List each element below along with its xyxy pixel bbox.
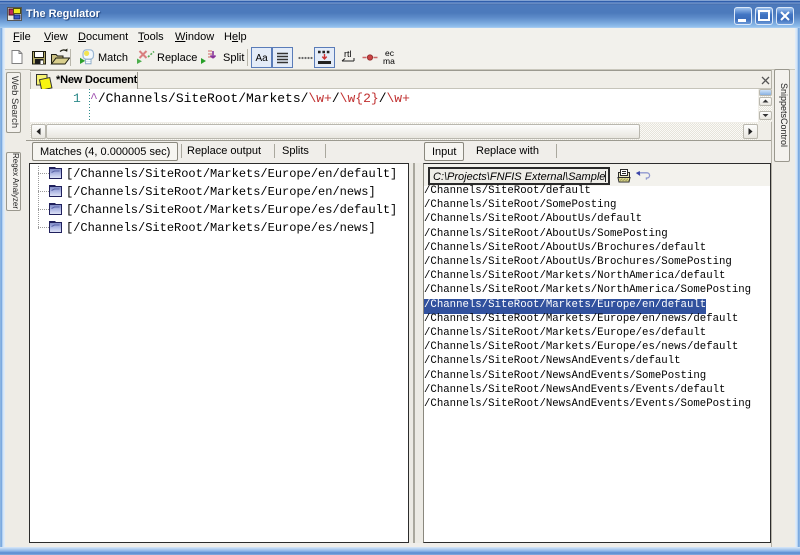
svg-text:ma: ma (383, 56, 395, 66)
svg-text:Aa: Aa (256, 53, 269, 64)
svg-text:rtl: rtl (344, 49, 352, 59)
